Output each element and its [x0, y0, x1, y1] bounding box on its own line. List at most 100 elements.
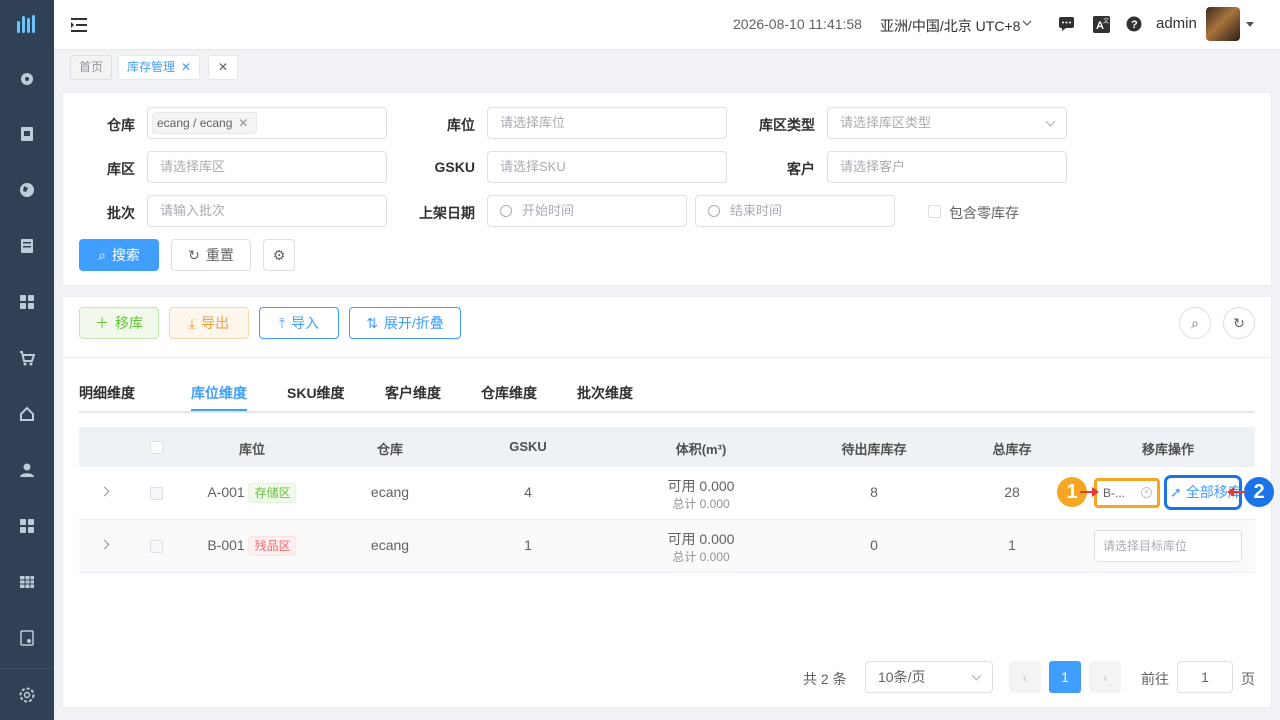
translate-icon[interactable]: A文: [1092, 15, 1110, 33]
goto-page-input[interactable]: 1: [1177, 661, 1233, 693]
warehouse-chip: ecang / ecang ✕: [152, 112, 258, 134]
export-button[interactable]: ⤓ 导出: [169, 307, 249, 339]
tag-home[interactable]: 首页: [70, 55, 113, 80]
apps-icon[interactable]: [18, 293, 36, 311]
search-settings-button[interactable]: ⚙: [263, 239, 295, 271]
warehouse-cell: ecang: [370, 484, 410, 500]
zone-type-placeholder: 请选择库区类型: [840, 115, 932, 130]
tab-customer[interactable]: 客户维度: [385, 383, 441, 403]
expand-collapse-button[interactable]: ⇅ 展开/折叠: [349, 307, 461, 339]
dashboard-icon[interactable]: [18, 69, 36, 87]
close-all-tags-button[interactable]: ✕: [208, 55, 238, 80]
zone-type-select[interactable]: 请选择库区类型: [827, 107, 1067, 139]
message-icon[interactable]: [1057, 15, 1075, 33]
clear-icon[interactable]: ✕: [1141, 487, 1152, 498]
clock-icon: [708, 205, 720, 217]
zone-select[interactable]: 请选择库区: [147, 151, 387, 183]
close-icon[interactable]: ✕: [181, 60, 191, 74]
tab-location[interactable]: 库位维度: [191, 383, 247, 403]
move-stock-button[interactable]: ＋ 移库: [79, 307, 159, 339]
report-icon[interactable]: [18, 629, 36, 647]
page-suffix: 页: [1241, 671, 1255, 687]
grid-icon[interactable]: [18, 517, 36, 535]
clock-icon: [500, 205, 512, 217]
help-icon[interactable]: ?: [1125, 15, 1143, 33]
target-location-select[interactable]: B-... ✕: [1094, 478, 1160, 508]
location-cell: A-001 存储区: [207, 483, 297, 503]
move-button-label: 移库: [115, 315, 143, 331]
search-button[interactable]: ⌕ 搜索: [79, 239, 159, 271]
expand-row-icon[interactable]: [99, 486, 110, 497]
tab-sku[interactable]: SKU维度: [287, 383, 345, 403]
tab-batch[interactable]: 批次维度: [577, 383, 633, 403]
search-button-label: 搜索: [111, 247, 140, 263]
batch-placeholder: 请输入批次: [160, 203, 226, 218]
target-location-select[interactable]: 请选择目标库位: [1094, 530, 1242, 562]
export-button-label: 导出: [201, 315, 230, 331]
select-all-checkbox[interactable]: [150, 441, 163, 454]
end-date-input[interactable]: 结束时间: [695, 195, 895, 227]
tag-inventory[interactable]: 库存管理 ✕: [118, 55, 201, 80]
user-dropdown-caret-icon[interactable]: [1246, 22, 1254, 27]
import-button[interactable]: ⤒ 导入: [259, 307, 339, 339]
close-icon[interactable]: ✕: [218, 60, 228, 74]
arrow-right-icon: [1080, 487, 1099, 497]
timezone-selector[interactable]: 亚洲/中国/北京 UTC+8: [880, 16, 1020, 36]
zone-type-label: 库区类型: [759, 117, 815, 133]
warehouse-select[interactable]: ecang / ecang ✕: [147, 107, 387, 139]
tab-detail[interactable]: 明细维度: [79, 383, 135, 403]
tag-label: 首页: [79, 60, 104, 74]
gsku-cell: 4: [524, 484, 532, 500]
page-size-select[interactable]: 10条/页: [865, 661, 993, 693]
pending-cell: 0: [870, 537, 878, 553]
pending-cell: 8: [870, 484, 878, 500]
toggle-search-button[interactable]: ⌕: [1179, 307, 1211, 339]
table-row: B-001 残品区 ecang 1 可用 0.000 总计 0.000 0 1 请…: [79, 520, 1255, 573]
current-datetime: 2026-08-10 11:41:58: [733, 16, 862, 32]
col-volume: 体积(m³): [675, 442, 727, 457]
document-icon[interactable]: [18, 237, 36, 255]
row-checkbox[interactable]: [150, 487, 163, 500]
batch-input[interactable]: 请输入批次: [147, 195, 387, 227]
location-code: A-001: [207, 484, 245, 500]
refresh-button[interactable]: ↻: [1223, 307, 1255, 339]
settings-icon[interactable]: [18, 686, 36, 704]
menu-toggle-icon[interactable]: [70, 16, 88, 34]
home-icon[interactable]: [18, 405, 36, 423]
top-header: 2026-08-10 11:41:58 亚洲/中国/北京 UTC+8 A文 ? …: [54, 0, 1280, 50]
username[interactable]: admin: [1156, 15, 1197, 32]
row-checkbox[interactable]: [150, 540, 163, 553]
globe-icon[interactable]: [18, 181, 36, 199]
send-icon: ➚: [1170, 484, 1182, 500]
order-icon[interactable]: [18, 125, 36, 143]
search-icon: ⌕: [98, 247, 106, 263]
expand-row-icon[interactable]: [99, 539, 110, 550]
gsku-select[interactable]: 请选择SKU: [487, 151, 727, 183]
zero-stock-label: 包含零库存: [949, 205, 1019, 221]
page-number[interactable]: 1: [1049, 661, 1081, 693]
chevron-down-icon[interactable]: [1022, 19, 1032, 27]
user-icon[interactable]: [18, 461, 36, 479]
warehouse-chip-label: ecang / ecang: [157, 116, 233, 130]
volume-total: 总计 0.000: [672, 497, 730, 511]
col-gsku: GSKU: [509, 439, 547, 454]
start-date-input[interactable]: 开始时间: [487, 195, 687, 227]
svg-text:文: 文: [1103, 17, 1109, 25]
table-header: 库位 仓库 GSKU 体积(m³) 待出库库存 总库存 移库操作: [79, 427, 1255, 467]
avatar[interactable]: [1206, 7, 1240, 41]
next-page-button[interactable]: ›: [1089, 661, 1121, 693]
zero-stock-checkbox[interactable]: [928, 205, 941, 218]
tab-warehouse[interactable]: 仓库维度: [481, 383, 537, 403]
search-panel: 仓库 ecang / ecang ✕ 库位 请选择库位 库区类型 请选择库区类型 …: [62, 92, 1272, 286]
location-select[interactable]: 请选择库位: [487, 107, 727, 139]
gsku-placeholder: 请选择SKU: [500, 159, 566, 174]
cart-icon[interactable]: [18, 349, 36, 367]
import-button-label: 导入: [291, 315, 320, 331]
arrow-left-icon: [1227, 487, 1246, 497]
customer-select[interactable]: 请选择客户: [827, 151, 1067, 183]
reset-button[interactable]: ↻ 重置: [171, 239, 251, 271]
table-icon[interactable]: [18, 573, 36, 591]
total-cell: 1: [1008, 537, 1016, 553]
close-icon[interactable]: ✕: [238, 116, 248, 130]
prev-page-button[interactable]: ‹: [1009, 661, 1041, 693]
